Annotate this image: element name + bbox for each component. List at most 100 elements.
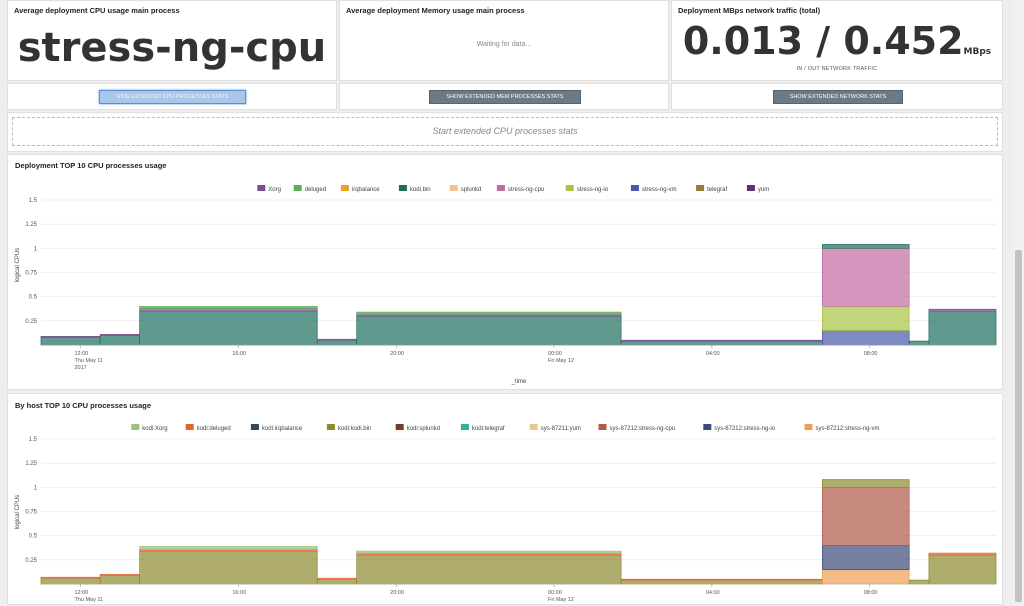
x-tick-label: 04:00	[706, 590, 720, 596]
y-tick-label: 1.25	[25, 461, 37, 467]
legend-label: stress-ng-vm	[642, 187, 677, 193]
legend-item[interactable]: kodi:deluged	[185, 424, 231, 432]
area-band	[316, 578, 358, 585]
area-band	[99, 334, 141, 336]
show-extended-network-stats-button[interactable]: SHOW EXTENDED NETWORK STATS	[773, 90, 903, 104]
legend-item[interactable]: sys-87211:yum	[529, 424, 581, 432]
waiting-status: Waiting for data...	[476, 41, 532, 48]
legend-item[interactable]: telegraf	[696, 185, 727, 193]
area-band	[99, 334, 141, 346]
legend-label: kodi:kodi.bin	[338, 426, 371, 432]
area-band	[139, 310, 318, 346]
network-button-panel: SHOW EXTENDED NETWORK STATS	[671, 83, 1003, 110]
network-traffic-value-row: 0.013 / 0.452MBps	[672, 19, 1002, 63]
legend-swatch	[496, 185, 505, 191]
legend-label: kodi:splunkd	[407, 426, 440, 432]
scrollbar-thumb[interactable]	[1015, 250, 1022, 602]
legend-label: kodi:telegraf	[472, 426, 505, 432]
network-traffic-caption: IN / OUT NETWORK TRAFFIC	[796, 66, 878, 72]
legend-item[interactable]: irqbalance	[340, 185, 380, 193]
x-tick-label: 16:00	[232, 351, 246, 357]
show-extended-mem-stats-button[interactable]: SHOW EXTENDED MEM PROCESSES STATS	[429, 90, 581, 104]
cpu-button-panel: HIDE EXTENDED CPU PROCESSES STATS	[7, 83, 337, 110]
legend-item[interactable]: stress-ng-cpu	[496, 185, 544, 193]
legend-item[interactable]: kodi.bin	[398, 185, 431, 193]
legend-swatch	[703, 424, 712, 430]
legend-swatch	[340, 185, 349, 191]
page-scrollbar[interactable]	[1013, 0, 1024, 602]
x-tick-label: 20:00	[390, 351, 404, 357]
legend-item[interactable]: splunkd	[449, 185, 482, 193]
x-tick-label: Thu May 11	[74, 597, 103, 603]
area-band	[40, 336, 101, 346]
start-extended-cpu-stats-dropzone[interactable]: Start extended CPU processes stats	[12, 117, 998, 146]
area-band	[822, 330, 910, 346]
legend-item[interactable]: kodi:splunkd	[395, 424, 440, 432]
chart-title: Deployment TOP 10 CPU processes usage	[15, 161, 166, 170]
legend-item[interactable]: kodi:telegraf	[460, 424, 505, 432]
y-axis-label: logical CPUs	[15, 248, 21, 282]
x-tick-label: Thu May 11	[74, 358, 103, 364]
y-tick-label: 0.75	[25, 271, 37, 277]
y-tick-label: 1	[34, 246, 38, 252]
x-tick-label: 12:00	[74, 590, 88, 596]
legend-swatch	[395, 424, 404, 430]
network-traffic-panel: Deployment MBps network traffic (total) …	[671, 0, 1003, 81]
hide-extended-cpu-stats-button[interactable]: HIDE EXTENDED CPU PROCESSES STATS	[99, 90, 246, 104]
legend-swatch	[460, 424, 469, 430]
legend-swatch	[293, 185, 302, 191]
legend-item[interactable]: sys-87212:stress-ng-vm	[804, 424, 880, 432]
y-tick-label: 1.5	[29, 198, 38, 204]
y-tick-label: 0.75	[25, 510, 37, 516]
area-band	[139, 307, 318, 312]
area-band	[356, 315, 622, 346]
y-tick-label: 1	[34, 485, 38, 491]
cpu-main-process-panel: Average deployment CPU usage main proces…	[7, 0, 337, 81]
legend-label: sys-87212:stress-ng-io	[714, 426, 775, 432]
area-band	[139, 545, 318, 550]
legend-swatch	[449, 185, 458, 191]
legend-label: kodi:irqbalance	[262, 426, 303, 432]
legend-item[interactable]: sys-87212:stress-ng-cpu	[598, 424, 676, 432]
area-band	[620, 339, 823, 342]
cpu-main-process-value: stress-ng-cpu	[17, 25, 327, 71]
area-band	[620, 578, 823, 581]
legend-swatch	[250, 424, 259, 430]
y-tick-label: 0.25	[25, 558, 37, 564]
legend-item[interactable]: Xorg	[257, 185, 281, 193]
x-tick-label: 08:00	[864, 590, 878, 596]
legend-label: stress-ng-cpu	[508, 187, 544, 193]
area-band	[139, 305, 318, 309]
area-band	[99, 573, 141, 576]
network-traffic-unit: MBps	[963, 47, 992, 57]
legend-item[interactable]: kodi:Xorg	[131, 424, 168, 432]
by-host-top10-cpu-panel: By host TOP 10 CPU processes usage kodi:…	[7, 393, 1003, 605]
legend-item[interactable]: yum	[746, 185, 769, 193]
x-tick-label: 00:00	[548, 351, 562, 357]
legend-item[interactable]: kodi:irqbalance	[250, 424, 303, 432]
legend-swatch	[529, 424, 538, 430]
legend-item[interactable]: stress-ng-io	[565, 185, 609, 193]
x-axis-label: _time	[511, 379, 527, 385]
y-axis-label: logical CPUs	[15, 495, 21, 529]
x-tick-label: 12:00	[74, 351, 88, 357]
x-tick-label: 08:00	[864, 351, 878, 357]
legend-item[interactable]: sys-87212:stress-ng-io	[703, 424, 776, 432]
area-band	[928, 552, 997, 556]
legend-label: kodi:deluged	[197, 426, 231, 432]
legend-label: sys-87212:stress-ng-vm	[816, 426, 880, 432]
x-tick-label: 16:00	[232, 590, 246, 596]
legend-item[interactable]: stress-ng-vm	[630, 185, 677, 193]
legend-label: yum	[758, 187, 769, 193]
area-band	[316, 339, 358, 346]
legend-label: kodi.bin	[410, 187, 431, 193]
legend-label: kodi:Xorg	[142, 426, 167, 432]
deployment-top10-cpu-chart: Deployment TOP 10 CPU processes usage Xo…	[15, 161, 997, 385]
legend-label: telegraf	[707, 187, 727, 193]
legend-item[interactable]: deluged	[293, 185, 326, 193]
legend-item[interactable]: kodi:kodi.bin	[326, 424, 371, 432]
area-band	[99, 574, 141, 585]
area-band	[908, 340, 930, 346]
area-band	[356, 550, 622, 554]
legend-swatch	[131, 424, 140, 430]
